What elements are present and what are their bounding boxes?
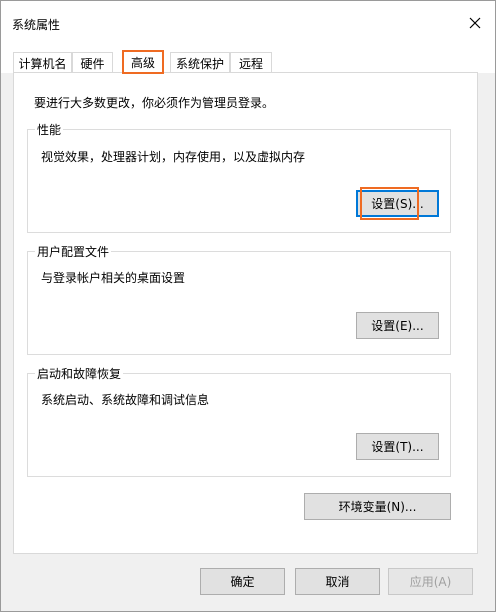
button-label: 设置(E)... xyxy=(371,319,424,333)
tab-computer-name[interactable]: 计算机名 xyxy=(13,52,72,73)
system-properties-dialog: 系统属性 计算机名 硬件 高级 系统保护 远程 要进行大多数更改，你必须作为管理… xyxy=(0,0,496,612)
cancel-button[interactable]: 取消 xyxy=(295,568,380,595)
button-label: 设置(T)... xyxy=(371,440,424,454)
tab-hardware[interactable]: 硬件 xyxy=(72,52,113,73)
startup-recovery-group-label: 启动和故障恢复 xyxy=(35,365,124,382)
close-button[interactable] xyxy=(463,11,487,35)
performance-group-label: 性能 xyxy=(35,121,64,138)
startup-recovery-settings-button[interactable]: 设置(T)... xyxy=(356,433,439,460)
button-label: 取消 xyxy=(325,575,350,589)
environment-variables-button[interactable]: 环境变量(N)... xyxy=(304,493,451,520)
button-label: 应用(A) xyxy=(409,575,452,589)
close-icon xyxy=(469,17,481,29)
user-profiles-group-label: 用户配置文件 xyxy=(35,243,112,260)
startup-recovery-description: 系统启动、系统故障和调试信息 xyxy=(41,393,210,407)
performance-settings-button[interactable]: 设置(S)... xyxy=(356,190,439,217)
user-profiles-group xyxy=(27,251,451,355)
admin-notice: 要进行大多数更改，你必须作为管理员登录。 xyxy=(34,96,275,110)
performance-description: 视觉效果，处理器计划，内存使用，以及虚拟内存 xyxy=(41,150,306,164)
ok-button[interactable]: 确定 xyxy=(200,568,285,595)
button-label: 设置(S)... xyxy=(371,197,424,211)
tab-label: 系统保护 xyxy=(175,56,224,71)
startup-recovery-group xyxy=(27,373,451,477)
tab-strip: 计算机名 硬件 高级 系统保护 远程 xyxy=(1,45,495,74)
tab-advanced[interactable]: 高级 xyxy=(122,50,164,74)
button-label: 确定 xyxy=(230,575,255,589)
user-profiles-description: 与登录帐户相关的桌面设置 xyxy=(41,271,186,285)
user-profiles-settings-button[interactable]: 设置(E)... xyxy=(356,312,439,339)
tab-remote[interactable]: 远程 xyxy=(230,52,272,73)
apply-button[interactable]: 应用(A) xyxy=(388,568,473,595)
title-bar: 系统属性 xyxy=(1,1,495,45)
tab-label: 计算机名 xyxy=(18,56,67,71)
tab-label: 高级 xyxy=(130,55,155,70)
window-title: 系统属性 xyxy=(12,18,61,32)
tab-label: 硬件 xyxy=(80,56,105,71)
tab-system-protection[interactable]: 系统保护 xyxy=(170,52,230,73)
performance-group xyxy=(27,129,451,233)
tab-label: 远程 xyxy=(238,56,263,71)
button-label: 环境变量(N)... xyxy=(338,500,417,514)
